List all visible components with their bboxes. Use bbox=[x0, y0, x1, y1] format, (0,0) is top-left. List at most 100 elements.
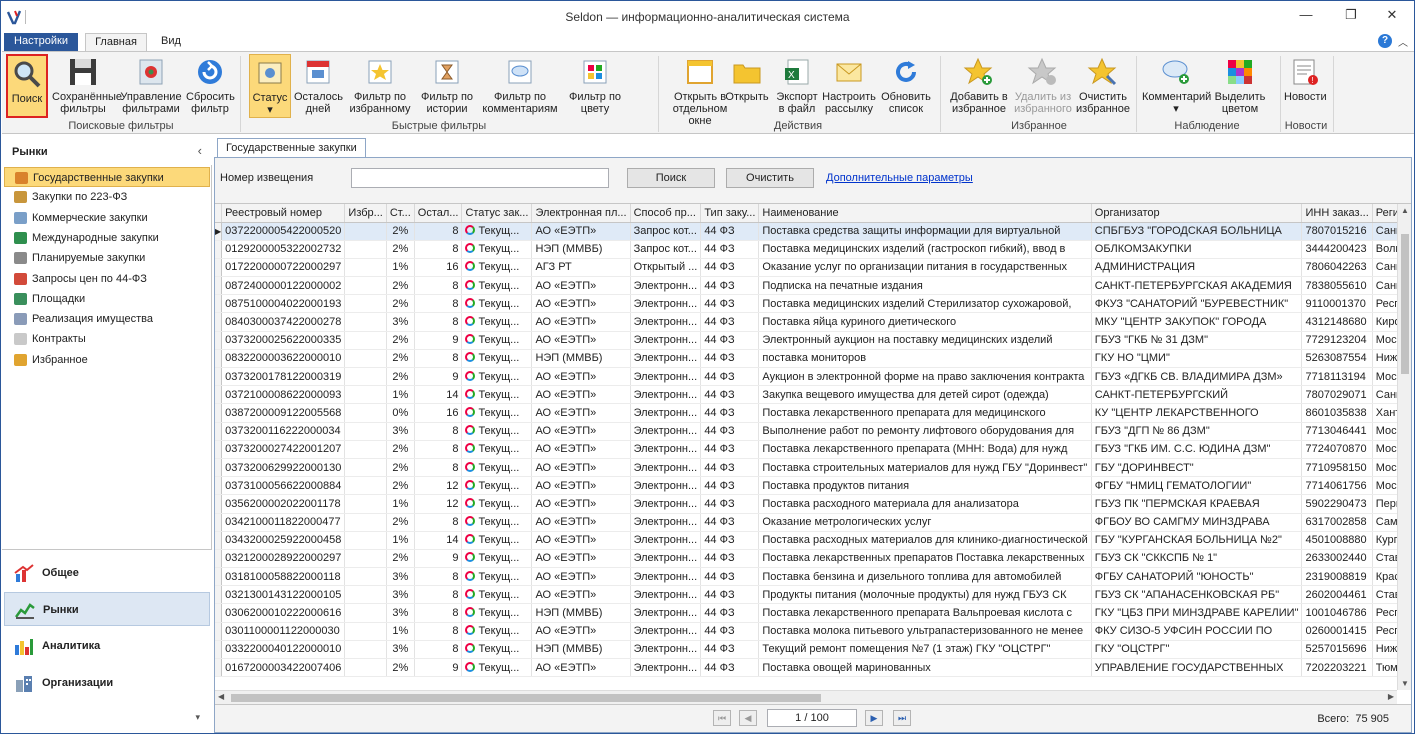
search-button[interactable]: Поиск bbox=[6, 54, 48, 118]
close-button[interactable]: ✕ bbox=[1384, 7, 1400, 23]
sidebar-item[interactable]: Коммерческие закупки bbox=[4, 208, 210, 228]
favorites-filter-button[interactable]: Фильтр по избранному bbox=[347, 54, 413, 118]
sidebar-item[interactable]: Запросы цен по 44-ФЗ bbox=[4, 269, 210, 289]
column-header[interactable]: Избр... bbox=[344, 204, 387, 223]
minimize-button[interactable]: — bbox=[1298, 7, 1314, 23]
next-page-button[interactable]: ▶ bbox=[865, 710, 883, 726]
clear-search-button[interactable]: Очистить bbox=[726, 168, 814, 188]
table-row[interactable]: 0306200010222000616 3% 8 Текущ... НЭП (ММВБ)… bbox=[215, 603, 1397, 623]
sidebar-item[interactable]: Площадки bbox=[4, 289, 210, 309]
first-page-button[interactable]: ⏮ bbox=[713, 710, 731, 726]
column-header[interactable]: Статус зак... bbox=[461, 204, 533, 223]
vertical-scrollbar[interactable]: ▲ ▼ bbox=[1397, 204, 1411, 690]
nav-analytics[interactable]: Аналитика bbox=[4, 629, 210, 663]
sidebar-item[interactable]: Планируемые закупки bbox=[4, 248, 210, 268]
collapse-ribbon-icon[interactable]: ︿ bbox=[1398, 34, 1408, 49]
add-favorite-button[interactable]: Добавить в избранное bbox=[948, 54, 1010, 118]
refresh-button[interactable]: Обновить список bbox=[880, 54, 932, 118]
table-row[interactable]: 0167200003422007406 2% 9 Текущ... АО «ЕЭТП» Э… bbox=[215, 658, 1397, 678]
scroll-up-icon[interactable]: ▲ bbox=[1401, 206, 1409, 215]
table-row[interactable]: 0172200000722000297 1% 16 Текущ... АГЗ РТ Отк… bbox=[215, 258, 1397, 278]
clear-favorites-button[interactable]: Очистить избранное bbox=[1076, 54, 1130, 118]
sidebar-item[interactable]: Реализация имущества bbox=[4, 309, 210, 329]
history-filter-button[interactable]: Фильтр по истории bbox=[417, 54, 477, 118]
column-header[interactable]: ИНН заказ... bbox=[1301, 204, 1373, 223]
column-header[interactable]: Тип заку... bbox=[700, 204, 760, 223]
sidebar-item[interactable]: Закупки по 223-ФЗ bbox=[4, 187, 210, 207]
tab-settings[interactable]: Настройки bbox=[4, 33, 78, 51]
column-header[interactable]: Остал... bbox=[414, 204, 463, 223]
nav-markets[interactable]: Рынки bbox=[4, 592, 210, 626]
table-row[interactable]: 0373200025622000335 2% 9 Текущ... АО «ЕЭТП» Э… bbox=[215, 331, 1397, 350]
sidebar-item[interactable]: Избранное bbox=[4, 350, 210, 370]
open-button[interactable]: Открыть bbox=[724, 54, 770, 118]
table-row[interactable]: 0875100004022000193 2% 8 Текущ... АО «ЕЭТП» Э… bbox=[215, 294, 1397, 314]
table-row[interactable]: 0373200629922000130 2% 8 Текущ... АО «ЕЭТП» Э… bbox=[215, 458, 1397, 478]
horizontal-scroll-thumb[interactable] bbox=[231, 694, 821, 702]
table-row[interactable]: 0301100001122000030 1% 8 Текущ... АО «ЕЭТП» Э… bbox=[215, 622, 1397, 641]
comments-filter-button[interactable]: Фильтр по комментариям bbox=[480, 54, 560, 118]
table-row[interactable]: 0321300143122000105 3% 8 Текущ... АО «ЕЭТП» Э… bbox=[215, 585, 1397, 605]
search-submit-button[interactable]: Поиск bbox=[627, 168, 715, 188]
reset-filter-button[interactable]: Сбросить фильтр bbox=[186, 54, 235, 118]
advanced-params-link[interactable]: Дополнительные параметры bbox=[826, 172, 973, 184]
table-row[interactable]: 0321200028922000297 2% 9 Текущ... АО «ЕЭТП» Э… bbox=[215, 549, 1397, 569]
export-button[interactable]: X Экспорт в файл bbox=[774, 54, 820, 118]
table-row[interactable]: 0373200178122000319 2% 9 Текущ... АО «ЕЭТП» Э… bbox=[215, 367, 1397, 387]
table-row[interactable]: 0318100058822000118 3% 8 Текущ... АО «ЕЭТП» Э… bbox=[215, 567, 1397, 587]
vertical-scroll-thumb[interactable] bbox=[1401, 234, 1409, 374]
nav-general[interactable]: Общее bbox=[4, 556, 210, 590]
column-header[interactable]: Наименование bbox=[758, 204, 1092, 223]
table-row[interactable]: 0343200025922000458 1% 14 Текущ... АО «ЕЭТП»… bbox=[215, 531, 1397, 550]
sidebar-item[interactable]: Международные закупки bbox=[4, 228, 210, 248]
status-filter-button[interactable]: Статус ▾ bbox=[249, 54, 291, 118]
column-header[interactable]: Ст... bbox=[386, 204, 415, 223]
column-header[interactable]: Реестровый номер bbox=[221, 204, 346, 223]
table-row[interactable]: 0356200002022001178 1% 12 Текущ... АО «ЕЭТП»… bbox=[215, 494, 1397, 514]
tab-main[interactable]: Главная bbox=[85, 33, 147, 52]
column-header[interactable]: Способ пр... bbox=[630, 204, 702, 223]
prev-page-button[interactable]: ◀ bbox=[739, 710, 757, 726]
table-row[interactable]: 0387200009122005568 0% 16 Текущ... АО «ЕЭТП»… bbox=[215, 403, 1397, 423]
maximize-button[interactable]: ❐ bbox=[1343, 7, 1359, 23]
table-cell: 8 bbox=[414, 312, 463, 332]
scroll-right-icon[interactable]: ▶ bbox=[1388, 692, 1394, 701]
column-header[interactable]: Регион заказчи bbox=[1372, 204, 1397, 223]
table-row[interactable]: 0872400000122000002 2% 8 Текущ... АО «ЕЭТП» Э… bbox=[215, 276, 1397, 296]
comment-button[interactable]: Комментарий ▾ bbox=[1142, 54, 1211, 118]
table-row[interactable]: 0840300037422000278 3% 8 Текущ... АО «ЕЭТП» Э… bbox=[215, 312, 1397, 332]
table-row[interactable]: 0332200040122000010 3% 8 Текущ... НЭП (ММВБ)… bbox=[215, 640, 1397, 660]
table-row[interactable]: ▶ 0372200005422000520 2% 8 Текущ... АО «ЕЭТП»… bbox=[215, 222, 1397, 241]
sidebar-item[interactable]: Контракты bbox=[4, 329, 210, 349]
page-number-input[interactable]: 1 / 100 bbox=[767, 709, 857, 727]
collapse-sidebar-icon[interactable]: ‹ bbox=[198, 143, 202, 158]
saved-filters-button[interactable]: Сохранённые фильтры bbox=[52, 54, 122, 118]
tab-view[interactable]: Вид bbox=[153, 33, 189, 51]
notice-number-input[interactable] bbox=[351, 168, 609, 188]
horizontal-scrollbar[interactable]: ◀ ▶ bbox=[215, 690, 1397, 704]
scroll-left-icon[interactable]: ◀ bbox=[218, 692, 224, 701]
more-options-icon[interactable]: ▾ bbox=[195, 712, 200, 723]
column-header[interactable]: Электронная пл... bbox=[531, 204, 631, 223]
highlight-color-button[interactable]: Выделить цветом bbox=[1212, 54, 1268, 118]
table-row[interactable]: 0129200005322002732 2% 8 Текущ... НЭП (ММВБ)… bbox=[215, 240, 1397, 259]
manage-filters-button[interactable]: Управление фильтрами bbox=[120, 54, 182, 118]
table-row[interactable]: 0373200116222000034 3% 8 Текущ... АО «ЕЭТП» Э… bbox=[215, 422, 1397, 441]
table-row[interactable]: 0342100011822000477 2% 8 Текущ... АО «ЕЭТП» Э… bbox=[215, 513, 1397, 532]
last-page-button[interactable]: ⏭ bbox=[893, 710, 911, 726]
help-icon[interactable]: ? bbox=[1378, 34, 1392, 48]
sidebar-item[interactable]: Государственные закупки bbox=[4, 167, 210, 187]
news-button[interactable]: ! Новости bbox=[1284, 54, 1327, 118]
color-filter-button[interactable]: Фильтр по цвету bbox=[564, 54, 626, 118]
table-row[interactable]: 0372100008622000093 1% 14 Текущ... АО «ЕЭТП»… bbox=[215, 385, 1397, 405]
column-header[interactable]: Организатор bbox=[1091, 204, 1303, 223]
scroll-down-icon[interactable]: ▼ bbox=[1401, 679, 1409, 688]
table-row[interactable]: 0832200003622000010 2% 8 Текущ... НЭП (ММВБ)… bbox=[215, 349, 1397, 369]
tab-government-purchases[interactable]: Государственные закупки bbox=[217, 138, 366, 158]
mailing-button[interactable]: Настроить рассылку bbox=[822, 54, 876, 118]
table-row[interactable]: 0373100056622000884 2% 12 Текущ... АО «ЕЭТП»… bbox=[215, 476, 1397, 496]
nav-organizations[interactable]: Организации bbox=[4, 666, 210, 700]
table-row[interactable]: 0373200027422001207 2% 8 Текущ... АО «ЕЭТП» Э… bbox=[215, 440, 1397, 459]
remove-favorite-button[interactable]: Удалить из избранного bbox=[1012, 54, 1074, 118]
days-left-filter-button[interactable]: Осталось дней bbox=[294, 54, 343, 118]
